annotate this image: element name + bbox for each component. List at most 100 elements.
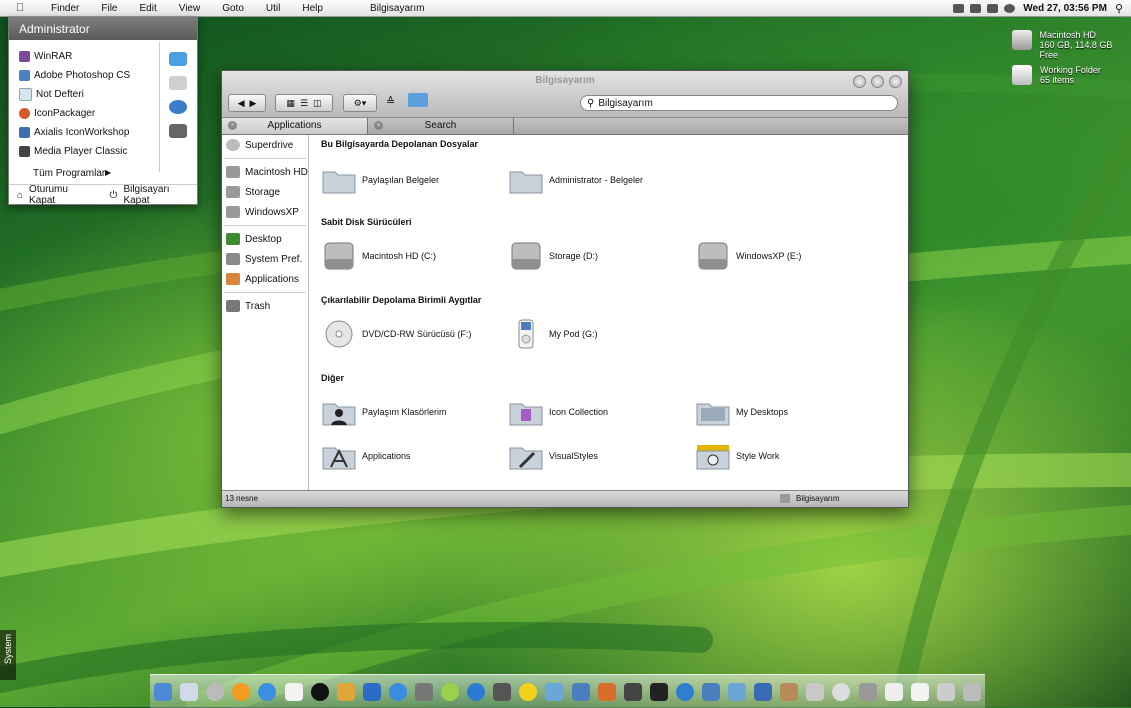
image-icon[interactable] [598, 683, 616, 701]
menu-file[interactable]: File [90, 3, 128, 14]
dvd-player-icon[interactable] [832, 683, 850, 701]
sunflower-icon[interactable] [232, 683, 250, 701]
item-icon-collection[interactable]: Icon Collection [508, 397, 608, 427]
itunes-icon[interactable] [311, 683, 329, 701]
sidebar-item-storage[interactable]: Storage [222, 182, 308, 202]
tools-icon[interactable] [702, 683, 720, 701]
sidebar-item-desktop[interactable]: Desktop [222, 229, 308, 249]
system-tab[interactable]: System [0, 630, 16, 680]
menu-help[interactable]: Help [291, 3, 334, 14]
finder-face-icon[interactable] [728, 683, 746, 701]
close-tab-icon[interactable]: × [228, 121, 237, 130]
item-my-desktops[interactable]: My Desktops [695, 397, 788, 427]
apple-menu-icon[interactable]:  [0, 2, 40, 14]
item-dvd-drive[interactable]: DVD/CD-RW Sürücüsü (F:) [321, 319, 471, 349]
music-icon[interactable] [441, 683, 459, 701]
item-shared-documents[interactable]: Paylaşılan Belgeler [321, 165, 439, 195]
sidebar-item-superdrive[interactable]: Superdrive [222, 135, 308, 155]
column-view-icon[interactable]: ◫ [313, 98, 322, 109]
window-titlebar[interactable]: Bilgisayarım ◀ ▶ ▦ ☰ ◫ ⚙▾ ≙ ⚲ Bilgisayar… [222, 71, 908, 118]
menu-goto[interactable]: Goto [211, 3, 255, 14]
menu-util[interactable]: Util [255, 3, 291, 14]
camera-icon[interactable] [624, 683, 642, 701]
utility-icon[interactable] [859, 683, 877, 701]
finder-icon[interactable] [154, 683, 172, 701]
stickies-icon[interactable] [806, 683, 824, 701]
search-field[interactable]: ⚲ Bilgisayarım [580, 95, 898, 111]
list-view-icon[interactable]: ☰ [300, 98, 308, 109]
media-icon[interactable] [169, 100, 187, 114]
back-icon[interactable]: ◀ [238, 98, 245, 109]
calculator-icon[interactable] [885, 683, 903, 701]
desktop-item-working-folder[interactable]: Working Folder 65 items [1012, 65, 1101, 85]
item-applications[interactable]: Applications [321, 441, 411, 471]
phone-icon[interactable] [970, 4, 981, 13]
item-macintosh-hd[interactable]: Macintosh HD (C:) [321, 241, 436, 271]
close-button[interactable] [889, 75, 902, 88]
start-item-notepad[interactable]: Not Defteri [9, 85, 159, 104]
adium-icon[interactable] [285, 683, 303, 701]
globe-icon[interactable] [676, 683, 694, 701]
sidebar-item-trash[interactable]: Trash [222, 296, 308, 316]
sidebar-item-applications[interactable]: Applications [222, 269, 308, 289]
start-item-iconpackager[interactable]: IconPackager [9, 104, 159, 123]
messenger-icon[interactable] [389, 683, 407, 701]
menu-view[interactable]: View [168, 3, 212, 14]
mail-icon[interactable] [180, 683, 198, 701]
network-icon[interactable] [1004, 4, 1015, 13]
minimize-button[interactable] [853, 75, 866, 88]
menu-edit[interactable]: Edit [128, 3, 167, 14]
start-item-iconworkshop[interactable]: Axialis IconWorkshop [9, 123, 159, 142]
action-menu-button[interactable]: ⚙▾ [343, 94, 377, 112]
close-tab-icon[interactable]: × [374, 121, 383, 130]
start-item-winrar[interactable]: WinRAR [9, 47, 159, 66]
monitor-icon[interactable] [169, 52, 187, 66]
coffee-icon[interactable] [780, 683, 798, 701]
tab-applications[interactable]: × Applications [222, 118, 368, 134]
tab-search[interactable]: × Search [368, 118, 514, 134]
attachment-icon[interactable] [206, 683, 224, 701]
item-windowsxp[interactable]: WindowsXP (E:) [695, 241, 801, 271]
search-icon[interactable]: ⚲ [1115, 2, 1123, 15]
zoom-button[interactable] [871, 75, 884, 88]
editor-icon[interactable] [754, 683, 772, 701]
volume-icon[interactable] [987, 4, 998, 13]
preview-icon[interactable] [572, 683, 590, 701]
new-folder-icon[interactable] [408, 93, 428, 107]
view-mode-buttons[interactable]: ▦ ☰ ◫ [275, 94, 333, 112]
logoff-button[interactable]: Oturumu Kapat [29, 184, 95, 206]
sidebar-item-windowsxp[interactable]: WindowsXP [222, 202, 308, 222]
start-item-photoshop[interactable]: Adobe Photoshop CS [9, 66, 159, 85]
item-style-work[interactable]: Style Work [695, 441, 779, 471]
clapper-icon[interactable] [650, 683, 668, 701]
sidebar-item-system-pref[interactable]: System Pref. [222, 249, 308, 269]
system-icon[interactable] [937, 683, 955, 701]
desktop-item-macintosh-hd[interactable]: Macintosh HD 160 GB, 114.8 GB Free [1012, 30, 1131, 60]
feather-icon[interactable] [363, 683, 381, 701]
forward-icon[interactable]: ▶ [250, 98, 257, 109]
item-storage[interactable]: Storage (D:) [508, 241, 598, 271]
trash-icon[interactable] [963, 683, 981, 701]
icon-view-icon[interactable]: ▦ [286, 98, 295, 109]
network-icon[interactable] [467, 683, 485, 701]
item-visualstyles[interactable]: VisualStyles [508, 441, 598, 471]
item-my-pod[interactable]: My Pod (G:) [508, 319, 598, 349]
shutdown-button[interactable]: Bilgisayarı Kapat [123, 184, 197, 206]
lamp-icon[interactable] [519, 683, 537, 701]
sidebar-item-macintosh-hd[interactable]: Macintosh HD [222, 162, 308, 182]
video-icon[interactable] [415, 683, 433, 701]
display-icon[interactable] [953, 4, 964, 13]
menu-finder[interactable]: Finder [40, 3, 90, 14]
pencil-icon[interactable] [337, 683, 355, 701]
finder-icon[interactable] [169, 76, 187, 90]
clock[interactable]: Wed 27, 03:56 PM [1023, 3, 1107, 14]
back-forward-buttons[interactable]: ◀ ▶ [228, 94, 266, 112]
eject-icon[interactable]: ≙ [386, 95, 395, 108]
photo-icon[interactable] [545, 683, 563, 701]
safari-icon[interactable] [258, 683, 276, 701]
item-shared-folders[interactable]: Paylaşım Klasörlerim [321, 397, 447, 427]
printer-icon[interactable] [169, 124, 187, 138]
all-programs-button[interactable]: Tüm Programlar [33, 168, 105, 179]
start-item-mpc[interactable]: Media Player Classic [9, 142, 159, 161]
item-admin-documents[interactable]: Administrator - Belgeler [508, 165, 643, 195]
